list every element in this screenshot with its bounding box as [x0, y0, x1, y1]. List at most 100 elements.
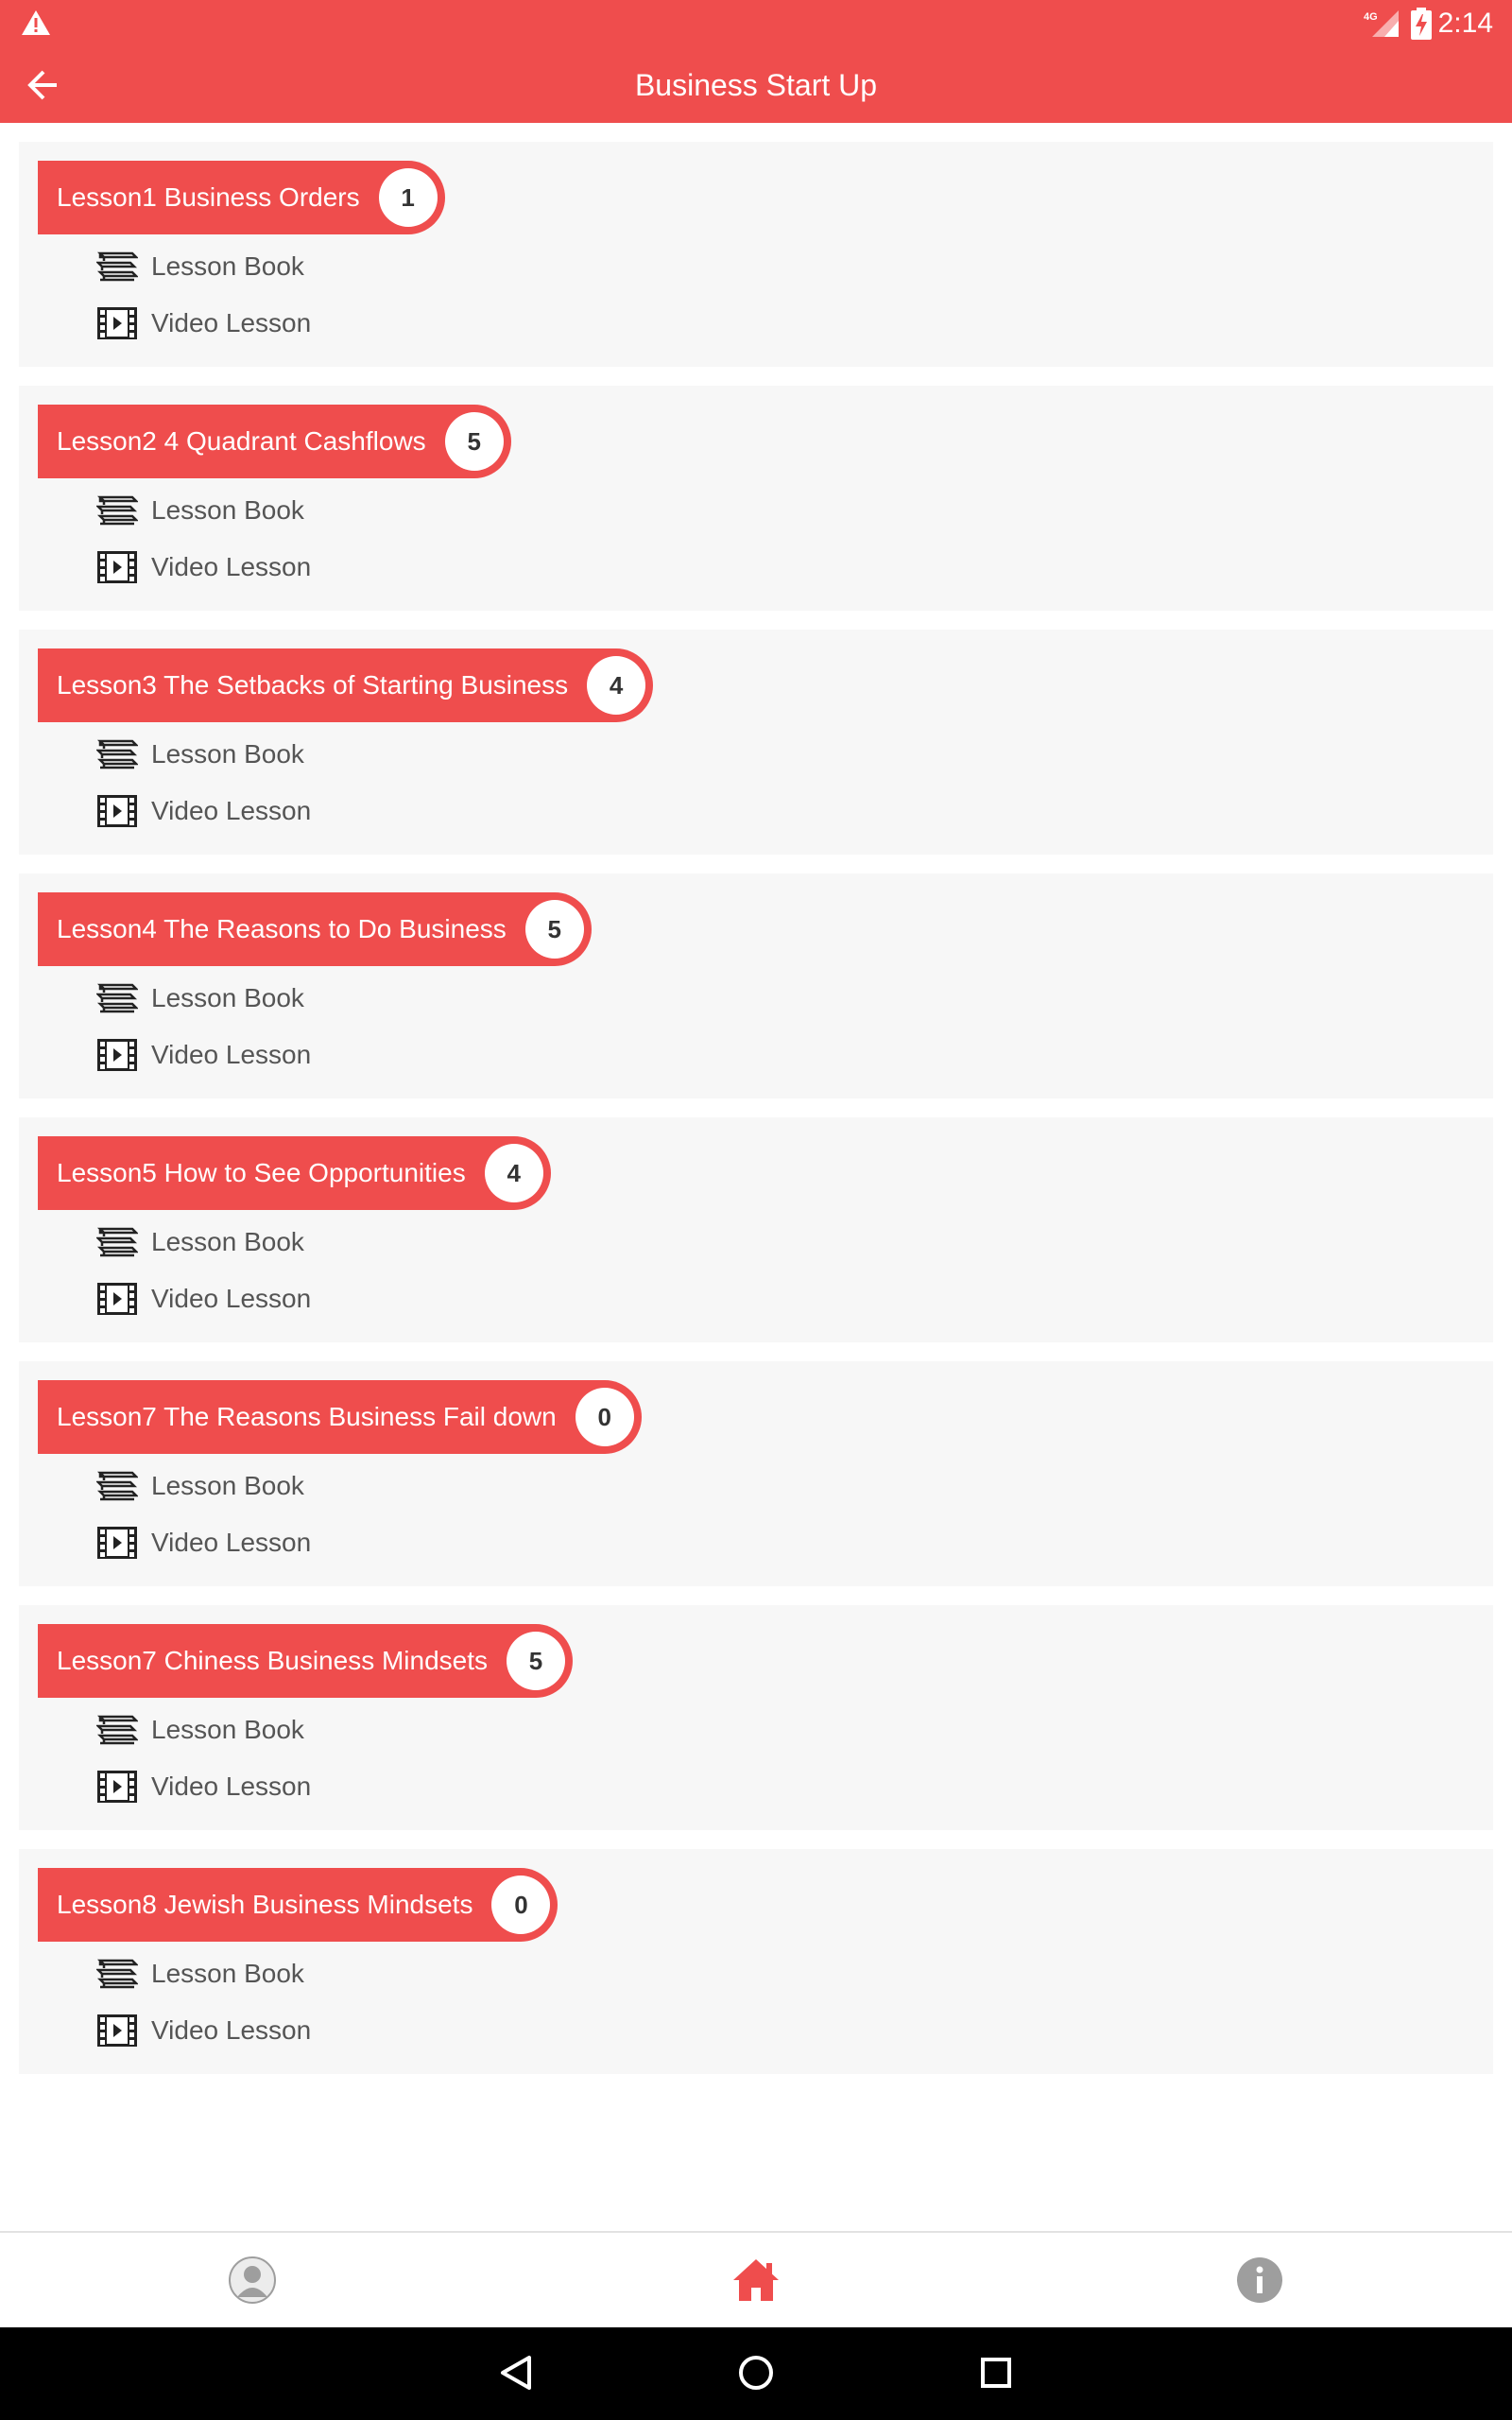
lesson-book-link[interactable]: Lesson Book — [96, 979, 304, 1017]
books-icon — [96, 251, 138, 282]
lesson-card-4: Lesson4 The Reasons to Do Business 5 Les… — [19, 873, 1493, 1098]
lesson-card-1: Lesson1 Business Orders 1 Lesson Book Vi… — [19, 142, 1493, 367]
lesson-title: Lesson8 Jewish Business Mindsets — [57, 1890, 473, 1919]
lesson-title: Lesson7 The Reasons Business Fail down — [57, 1402, 557, 1431]
film-play-icon — [97, 1283, 137, 1315]
film-play-icon — [97, 1527, 137, 1559]
back-triangle-icon[interactable] — [495, 2352, 537, 2394]
lesson-book-label: Lesson Book — [151, 1227, 304, 1256]
video-lesson-label: Video Lesson — [151, 2015, 312, 2045]
video-lesson-link[interactable]: Video Lesson — [96, 792, 311, 830]
status-bar: 4G 2:14 — [0, 0, 1512, 47]
lesson-title: Lesson4 The Reasons to Do Business — [57, 914, 507, 943]
film-play-icon — [97, 795, 137, 827]
video-lesson-link[interactable]: Video Lesson — [96, 1280, 311, 1318]
info-icon — [1236, 2257, 1282, 2303]
lesson-book-link[interactable]: Lesson Book — [96, 1467, 304, 1505]
lesson-book-label: Lesson Book — [151, 251, 304, 281]
recents-square-icon[interactable] — [975, 2352, 1017, 2394]
film-play-icon — [97, 1771, 137, 1803]
lesson-list: Lesson1 Business Orders 1 Lesson Book Vi… — [0, 123, 1512, 2231]
signal-icon: 4G — [1364, 10, 1399, 37]
tab-home[interactable] — [504, 2233, 1007, 2327]
lesson-header[interactable]: Lesson4 The Reasons to Do Business 5 — [38, 892, 592, 966]
lesson-count-badge: 5 — [524, 900, 584, 959]
video-lesson-label: Video Lesson — [151, 796, 312, 825]
lesson-count-badge: 5 — [507, 1632, 566, 1690]
lesson-header[interactable]: Lesson1 Business Orders 1 — [38, 161, 445, 234]
lesson-title: Lesson5 How to See Opportunities — [57, 1158, 466, 1187]
video-lesson-link[interactable]: Video Lesson — [96, 1524, 311, 1562]
lesson-title: Lesson2 4 Quadrant Cashflows — [57, 426, 426, 456]
lesson-book-label: Lesson Book — [151, 1471, 304, 1500]
lesson-book-link[interactable]: Lesson Book — [96, 1711, 304, 1749]
lesson-header[interactable]: Lesson7 The Reasons Business Fail down 0 — [38, 1380, 642, 1454]
lesson-card-3: Lesson3 The Setbacks of Starting Busines… — [19, 630, 1493, 855]
books-icon — [96, 1227, 138, 1257]
battery-charging-icon — [1411, 8, 1432, 40]
lesson-book-label: Lesson Book — [151, 983, 304, 1012]
video-lesson-link[interactable]: Video Lesson — [96, 1768, 311, 1806]
app-bar: Business Start Up — [0, 47, 1512, 123]
video-lesson-label: Video Lesson — [151, 552, 312, 581]
video-lesson-link[interactable]: Video Lesson — [96, 2012, 311, 2049]
lesson-count-badge: 5 — [444, 412, 504, 471]
network-type-label: 4G — [1364, 11, 1378, 23]
lesson-header[interactable]: Lesson2 4 Quadrant Cashflows 5 — [38, 405, 511, 478]
lesson-header[interactable]: Lesson7 Chiness Business Mindsets 5 — [38, 1624, 574, 1698]
books-icon — [96, 495, 138, 526]
lesson-header[interactable]: Lesson5 How to See Opportunities 4 — [38, 1136, 551, 1210]
tab-info[interactable] — [1007, 2233, 1511, 2327]
lesson-book-link[interactable]: Lesson Book — [96, 1223, 304, 1261]
system-navigation-bar — [0, 2327, 1512, 2420]
lesson-card-7: Lesson7 Chiness Business Mindsets 5 Less… — [19, 1605, 1493, 1830]
video-lesson-label: Video Lesson — [151, 308, 312, 337]
books-icon — [96, 1959, 138, 1989]
video-lesson-link[interactable]: Video Lesson — [96, 304, 311, 342]
books-icon — [96, 1715, 138, 1745]
lesson-book-link[interactable]: Lesson Book — [96, 735, 304, 773]
bottom-navigation — [0, 2231, 1512, 2327]
lesson-book-label: Lesson Book — [151, 739, 304, 769]
lesson-book-link[interactable]: Lesson Book — [96, 1955, 304, 1993]
lesson-count-badge: 4 — [484, 1144, 543, 1202]
home-circle-icon[interactable] — [735, 2352, 777, 2394]
status-time: 2:14 — [1437, 8, 1493, 39]
lesson-title: Lesson3 The Setbacks of Starting Busines… — [57, 670, 569, 700]
lesson-count-badge: 4 — [587, 656, 646, 715]
tab-profile[interactable] — [0, 2233, 504, 2327]
page-title: Business Start Up — [634, 68, 878, 102]
lesson-book-link[interactable]: Lesson Book — [96, 248, 304, 285]
video-lesson-label: Video Lesson — [151, 1284, 312, 1313]
books-icon — [96, 739, 138, 769]
lesson-count-badge: 0 — [491, 1876, 551, 1934]
warning-icon — [22, 10, 50, 35]
video-lesson-label: Video Lesson — [151, 1040, 312, 1069]
lesson-book-link[interactable]: Lesson Book — [96, 492, 304, 529]
lesson-card-5: Lesson5 How to See Opportunities 4 Lesso… — [19, 1117, 1493, 1342]
lesson-book-label: Lesson Book — [151, 495, 304, 525]
lesson-book-label: Lesson Book — [151, 1715, 304, 1744]
film-play-icon — [97, 1039, 137, 1071]
film-play-icon — [97, 2014, 137, 2047]
lesson-count-badge: 0 — [575, 1388, 634, 1446]
profile-icon — [228, 2256, 276, 2304]
lesson-card-6: Lesson7 The Reasons Business Fail down 0… — [19, 1361, 1493, 1586]
lesson-card-2: Lesson2 4 Quadrant Cashflows 5 Lesson Bo… — [19, 386, 1493, 611]
books-icon — [96, 983, 138, 1013]
video-lesson-link[interactable]: Video Lesson — [96, 548, 311, 586]
lesson-book-label: Lesson Book — [151, 1959, 304, 1988]
film-play-icon — [97, 551, 137, 583]
books-icon — [96, 1471, 138, 1501]
video-lesson-label: Video Lesson — [151, 1772, 312, 1801]
lesson-title: Lesson7 Chiness Business Mindsets — [57, 1646, 489, 1675]
home-icon — [732, 2259, 779, 2301]
lesson-header[interactable]: Lesson8 Jewish Business Mindsets 0 — [38, 1868, 558, 1942]
lesson-count-badge: 1 — [378, 168, 438, 227]
video-lesson-label: Video Lesson — [151, 1528, 312, 1557]
lesson-header[interactable]: Lesson3 The Setbacks of Starting Busines… — [38, 648, 654, 722]
film-play-icon — [97, 307, 137, 339]
video-lesson-link[interactable]: Video Lesson — [96, 1036, 311, 1074]
lesson-title: Lesson1 Business Orders — [57, 182, 360, 212]
lesson-card-8: Lesson8 Jewish Business Mindsets 0 Lesso… — [19, 1849, 1493, 2074]
